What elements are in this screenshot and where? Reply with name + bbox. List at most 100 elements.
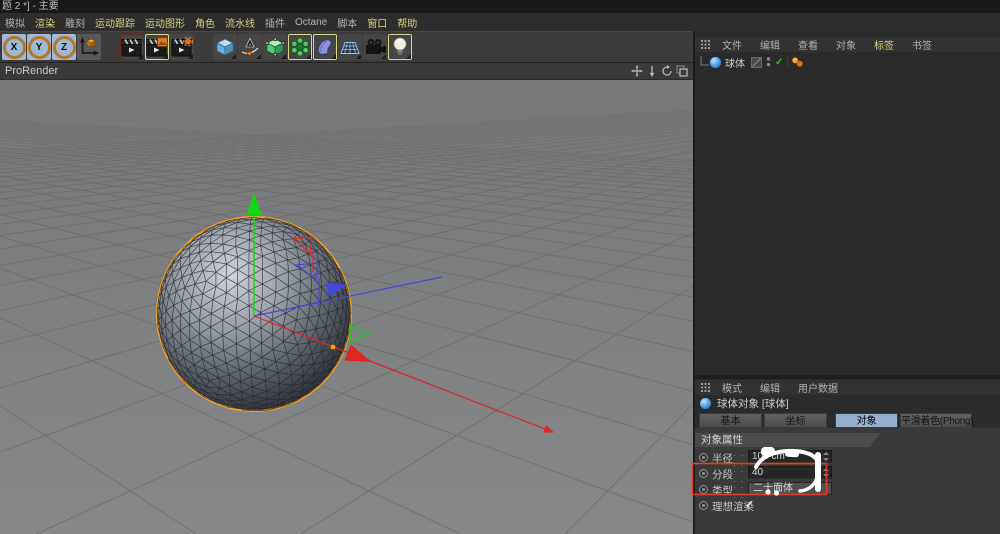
- deformer-button[interactable]: [313, 34, 337, 60]
- pen-icon: [240, 37, 260, 57]
- visibility-dots-icon[interactable]: [765, 56, 772, 68]
- attribute-header: 球体对象 [球体]: [695, 395, 1000, 412]
- menu-mograph[interactable]: 运动图形: [140, 15, 190, 30]
- property-label: 分段: [712, 467, 733, 482]
- camera-button[interactable]: [363, 34, 387, 60]
- am-menu-mode[interactable]: 模式: [713, 380, 751, 395]
- title-bar: 题 2 *] - 主要: [0, 0, 1000, 13]
- menu-motion-tracker[interactable]: 运动跟踪: [90, 15, 140, 30]
- phong-tag-icon[interactable]: [791, 56, 804, 68]
- menu-help[interactable]: 帮助: [392, 15, 422, 30]
- segments-value: 40: [752, 467, 763, 478]
- attribute-manager-menu: 模式 编辑 用户数据: [695, 380, 1000, 395]
- window-title: 题 2 *] - 主要: [2, 1, 59, 12]
- tab-object[interactable]: 对象: [835, 413, 898, 428]
- spinner-icon[interactable]: [823, 468, 830, 477]
- object-name[interactable]: 球体: [725, 55, 745, 70]
- primitive-cube-button[interactable]: [213, 34, 237, 60]
- property-row-type: 类型 · · · · 二十面体: [699, 482, 994, 497]
- attribute-header-title: 球体对象 [球体]: [717, 396, 789, 411]
- am-menu-edit[interactable]: 编辑: [751, 380, 789, 395]
- om-menu-view[interactable]: 查看: [789, 37, 827, 52]
- render-settings-button[interactable]: [170, 34, 194, 60]
- object-tree[interactable]: 球体 ✓: [695, 53, 1000, 375]
- workplane-button[interactable]: [77, 34, 101, 60]
- right-panel: 文件 编辑 查看 对象 标签 书签 球体 ✓: [693, 31, 1000, 534]
- spline-pen-button[interactable]: [238, 34, 262, 60]
- om-menu-file[interactable]: 文件: [713, 37, 751, 52]
- pan-icon[interactable]: [631, 65, 643, 77]
- deformer-icon: [315, 37, 335, 57]
- menu-character[interactable]: 角色: [190, 15, 220, 30]
- property-label: 类型: [712, 483, 733, 498]
- render-perfect-checkbox[interactable]: ✓: [745, 498, 754, 511]
- light-bulb-icon: [390, 36, 410, 58]
- om-menu-objects[interactable]: 对象: [827, 37, 865, 52]
- mograph-cloner-button[interactable]: [288, 34, 312, 60]
- render-picture-viewer-button[interactable]: [145, 34, 169, 60]
- toggle-view-icon[interactable]: [676, 65, 688, 77]
- cube-icon: [215, 37, 235, 57]
- property-row-render-perfect: 理想渲染 ✓: [699, 498, 994, 513]
- lock-x-icon: X: [3, 36, 26, 59]
- type-dropdown[interactable]: 二十面体: [748, 482, 832, 495]
- renderer-label: ProRender: [5, 65, 58, 77]
- keyframe-dot-icon[interactable]: [699, 485, 708, 494]
- viewport-header: ProRender: [0, 63, 693, 80]
- menu-script[interactable]: 脚本: [332, 15, 362, 30]
- viewport[interactable]: ProRender: [0, 63, 693, 534]
- menu-render[interactable]: 渲染: [30, 15, 60, 30]
- render-view-icon: [121, 37, 143, 57]
- panel-divider[interactable]: [695, 375, 1000, 379]
- menu-pipeline[interactable]: 流水线: [220, 15, 260, 30]
- menu-plugins[interactable]: 插件: [260, 15, 290, 30]
- sphere-object-icon: [710, 57, 721, 68]
- om-menu-bookmarks[interactable]: 书签: [903, 37, 941, 52]
- lock-y-icon: Y: [28, 36, 51, 59]
- keyframe-dot-icon[interactable]: [699, 501, 708, 510]
- subdivision-cube-icon: [265, 37, 285, 57]
- column-divider: [787, 56, 788, 68]
- segments-field[interactable]: 40: [748, 466, 832, 479]
- subdivision-surface-button[interactable]: [263, 34, 287, 60]
- dolly-icon[interactable]: [646, 65, 658, 77]
- keyframe-dot-icon[interactable]: [699, 453, 708, 462]
- render-view-button[interactable]: [120, 34, 144, 60]
- spinner-icon[interactable]: [823, 452, 830, 461]
- camera-icon: [363, 38, 387, 56]
- viewport-canvas[interactable]: [0, 63, 693, 534]
- om-menu-edit[interactable]: 编辑: [751, 37, 789, 52]
- attribute-tabs: 基本 坐标 对象 平滑着色(Phong): [695, 413, 1000, 428]
- object-row-sphere[interactable]: 球体 ✓: [697, 55, 804, 69]
- panel-menu-icon[interactable]: [701, 40, 710, 49]
- lock-y-button[interactable]: Y: [27, 34, 51, 60]
- menu-window[interactable]: 窗口: [362, 15, 392, 30]
- om-menu-tags[interactable]: 标签: [865, 37, 903, 52]
- cloner-flower-icon: [290, 37, 310, 57]
- light-button[interactable]: [388, 34, 412, 60]
- environment-floor-button[interactable]: [338, 34, 362, 60]
- keyframe-dot-icon[interactable]: [699, 469, 708, 478]
- am-menu-user-data[interactable]: 用户数据: [789, 380, 847, 395]
- menu-octane[interactable]: Octane: [290, 17, 332, 28]
- menu-simulate[interactable]: 模拟: [0, 15, 30, 30]
- tree-branch-icon: [697, 56, 710, 69]
- section-header[interactable]: 对象属性: [695, 433, 880, 447]
- lock-z-button[interactable]: Z: [52, 34, 76, 60]
- rotate-icon[interactable]: [661, 65, 673, 77]
- tab-basic[interactable]: 基本: [699, 413, 762, 428]
- property-row-segments: 分段 · · · · 40: [699, 466, 994, 481]
- menu-sculpt[interactable]: 雕刻: [60, 15, 90, 30]
- panel-menu-icon[interactable]: [701, 383, 710, 392]
- attribute-content: 对象属性 半径 · · · · 100 cm 分段 · · · · 40 类型 …: [695, 428, 1000, 534]
- axis-icon: [78, 36, 100, 58]
- layer-swatch-icon[interactable]: [751, 57, 762, 68]
- enabled-check-icon[interactable]: ✓: [775, 57, 783, 68]
- tab-coordinates[interactable]: 坐标: [764, 413, 827, 428]
- lock-x-button[interactable]: X: [2, 34, 26, 60]
- radius-field[interactable]: 100 cm: [748, 450, 832, 463]
- radius-value: 100 cm: [752, 451, 785, 462]
- tab-phong[interactable]: 平滑着色(Phong): [900, 413, 972, 428]
- property-label: 半径: [712, 451, 733, 466]
- menu-bar: 模拟 渲染 雕刻 运动跟踪 运动图形 角色 流水线 插件 Octane 脚本 窗…: [0, 13, 1000, 31]
